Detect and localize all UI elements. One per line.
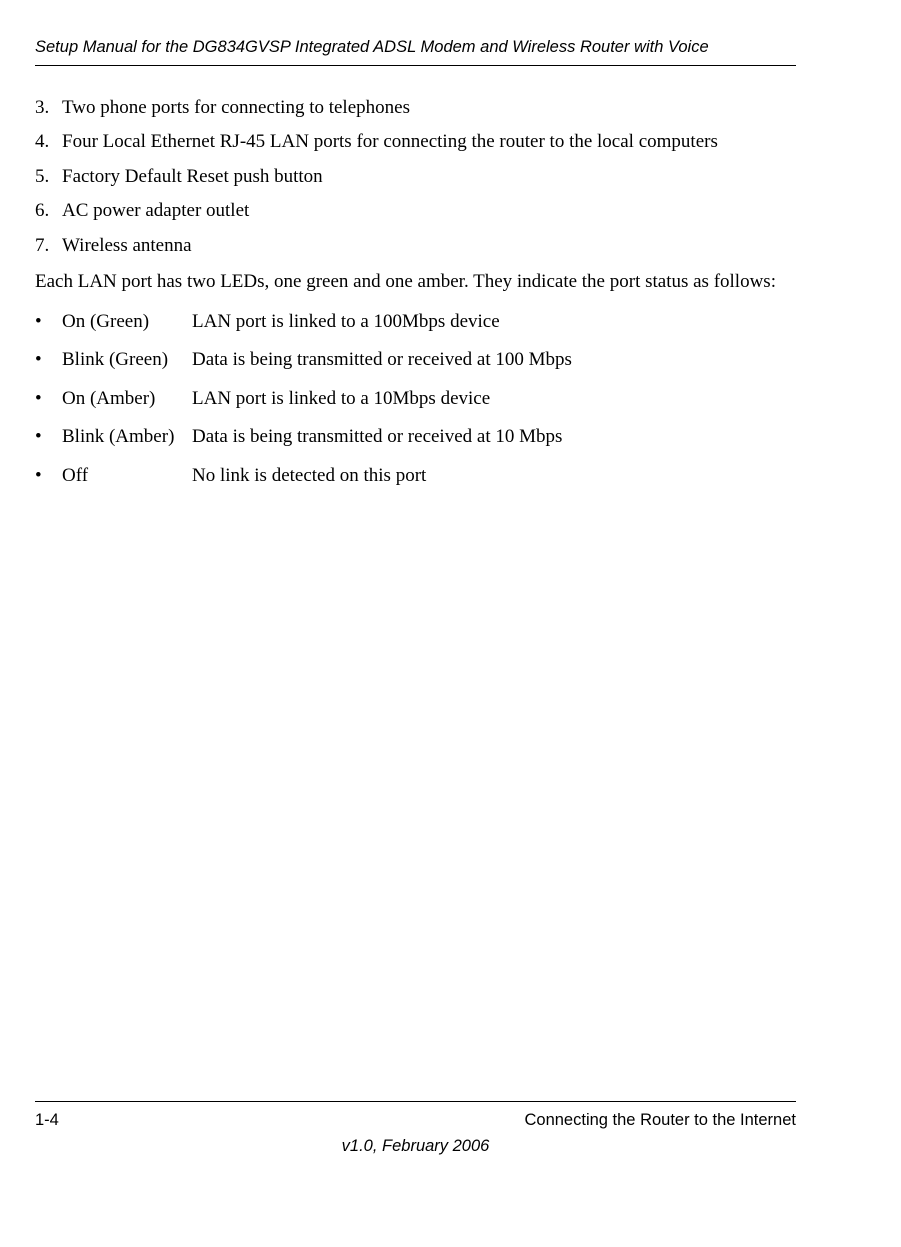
bullet-item: • On (Amber) LAN port is linked to a 10M…	[35, 385, 796, 414]
list-item-number: 7.	[35, 232, 62, 261]
footer-version: v1.0, February 2006	[35, 1134, 796, 1159]
list-item-number: 5.	[35, 163, 62, 192]
bullet-description: LAN port is linked to a 100Mbps device	[192, 308, 500, 337]
bullet-description: Data is being transmitted or received at…	[192, 346, 572, 375]
bullet-item: • Blink (Green) Data is being transmitte…	[35, 346, 796, 375]
bullet-dot-icon: •	[35, 308, 62, 337]
footer-rule	[35, 1101, 796, 1102]
bullet-item: • Blink (Amber) Data is being transmitte…	[35, 423, 796, 452]
bullet-description: LAN port is linked to a 10Mbps device	[192, 385, 490, 414]
bullet-state-label: Blink (Amber)	[62, 423, 192, 452]
list-item-text: Wireless antenna	[62, 232, 192, 261]
header-rule	[35, 65, 796, 66]
list-item-number: 4.	[35, 128, 62, 157]
body-paragraph: Each LAN port has two LEDs, one green an…	[35, 268, 796, 296]
bullet-description: Data is being transmitted or received at…	[192, 423, 562, 452]
page-number: 1-4	[35, 1108, 59, 1133]
numbered-list: 3. Two phone ports for connecting to tel…	[35, 94, 796, 261]
list-item: 5. Factory Default Reset push button	[35, 163, 796, 192]
list-item-text: Two phone ports for connecting to teleph…	[62, 94, 410, 123]
footer-row: 1-4 Connecting the Router to the Interne…	[35, 1108, 796, 1133]
bullet-state-label: Blink (Green)	[62, 346, 192, 375]
bullet-description: No link is detected on this port	[192, 462, 426, 491]
document-header-title: Setup Manual for the DG834GVSP Integrate…	[35, 38, 796, 58]
list-item: 7. Wireless antenna	[35, 232, 796, 261]
bullet-state-label: On (Green)	[62, 308, 192, 337]
list-item-text: AC power adapter outlet	[62, 197, 249, 226]
bullet-list: • On (Green) LAN port is linked to a 100…	[35, 308, 796, 491]
bullet-state-label: On (Amber)	[62, 385, 192, 414]
list-item-text: Factory Default Reset push button	[62, 163, 323, 192]
list-item: 3. Two phone ports for connecting to tel…	[35, 94, 796, 123]
bullet-item: • Off No link is detected on this port	[35, 462, 796, 491]
bullet-dot-icon: •	[35, 385, 62, 414]
list-item-number: 3.	[35, 94, 62, 123]
list-item-number: 6.	[35, 197, 62, 226]
list-item: 6. AC power adapter outlet	[35, 197, 796, 226]
bullet-dot-icon: •	[35, 346, 62, 375]
section-title: Connecting the Router to the Internet	[524, 1108, 796, 1133]
bullet-item: • On (Green) LAN port is linked to a 100…	[35, 308, 796, 337]
bullet-state-label: Off	[62, 462, 192, 491]
page-footer: 1-4 Connecting the Router to the Interne…	[35, 1101, 796, 1160]
list-item: 4. Four Local Ethernet RJ-45 LAN ports f…	[35, 128, 796, 157]
list-item-text: Four Local Ethernet RJ-45 LAN ports for …	[62, 128, 718, 157]
bullet-dot-icon: •	[35, 462, 62, 491]
bullet-dot-icon: •	[35, 423, 62, 452]
